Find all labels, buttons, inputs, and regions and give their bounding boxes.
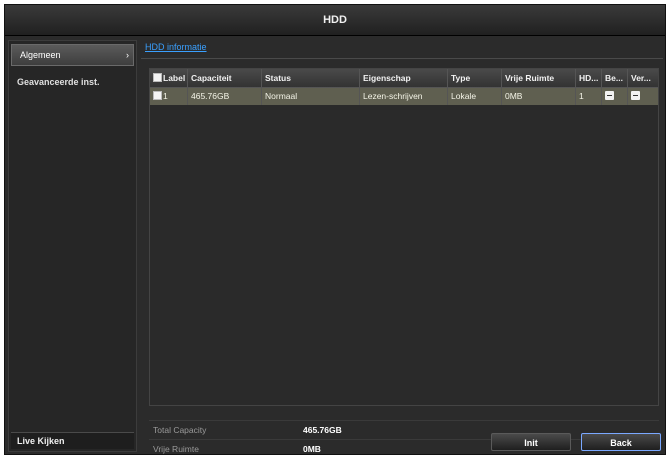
cell-type: Lokale — [448, 88, 502, 105]
col-ver-header[interactable]: Ver... — [628, 69, 658, 87]
free-space-value: 0MB — [303, 444, 321, 454]
tab-hdd-informatie[interactable]: HDD informatie — [145, 42, 207, 52]
cell-property: Lezen-schrijven — [360, 88, 448, 105]
total-capacity-value: 465.76GB — [303, 425, 342, 435]
free-space-label: Vrije Ruimte — [153, 444, 199, 454]
table-header: Label Capaciteit Status Eigenschap Type … — [150, 69, 658, 88]
col-capacity-header[interactable]: Capaciteit — [188, 69, 262, 87]
live-view-button[interactable]: Live Kijken — [11, 432, 134, 449]
col-be-header[interactable]: Be... — [602, 69, 628, 87]
sidebar-item-label: Algemeen — [20, 50, 61, 60]
cell-hdd: 1 — [576, 88, 602, 105]
table-row[interactable]: 1 465.76GB Normaal Lezen-schrijven Lokal… — [150, 88, 658, 105]
row-checkbox[interactable] — [153, 91, 162, 101]
sidebar: Algemeen › Geavanceerde inst. Live Kijke… — [8, 40, 137, 452]
sidebar-item-label: Geavanceerde inst. — [17, 77, 100, 87]
cell-free: 0MB — [502, 88, 576, 105]
col-label-header[interactable]: Label — [150, 69, 188, 87]
delete-icon[interactable] — [631, 91, 640, 101]
total-capacity-label: Total Capacity — [153, 425, 207, 435]
col-free-header[interactable]: Vrije Ruimte — [502, 69, 576, 87]
sidebar-item-algemeen[interactable]: Algemeen › — [11, 44, 134, 66]
col-property-header[interactable]: Eigenschap — [360, 69, 448, 87]
sidebar-item-geavanceerde[interactable]: Geavanceerde inst. — [9, 72, 136, 92]
cell-ver — [628, 88, 658, 105]
col-hdd-header[interactable]: HD... — [576, 69, 602, 87]
edit-icon[interactable] — [605, 91, 614, 101]
col-status-header[interactable]: Status — [262, 69, 360, 87]
cell-label-text: 1 — [163, 91, 168, 101]
cell-label: 1 — [150, 88, 188, 105]
init-button[interactable]: Init — [491, 433, 571, 451]
col-type-header[interactable]: Type — [448, 69, 502, 87]
main-panel: HDD informatie Label Capaciteit Status E… — [141, 40, 663, 454]
cell-status: Normaal — [262, 88, 360, 105]
hdd-table: Label Capaciteit Status Eigenschap Type … — [149, 68, 659, 406]
chevron-right-icon: › — [126, 50, 129, 60]
cell-capacity: 465.76GB — [188, 88, 262, 105]
select-all-checkbox[interactable] — [153, 73, 162, 83]
cell-be — [602, 88, 628, 105]
col-label-text: Label — [163, 73, 186, 83]
tab-bar: HDD informatie — [141, 40, 663, 59]
window-title: HDD — [5, 5, 665, 36]
back-button[interactable]: Back — [581, 433, 661, 451]
hdd-window: HDD Algemeen › Geavanceerde inst. Live K… — [4, 4, 666, 455]
